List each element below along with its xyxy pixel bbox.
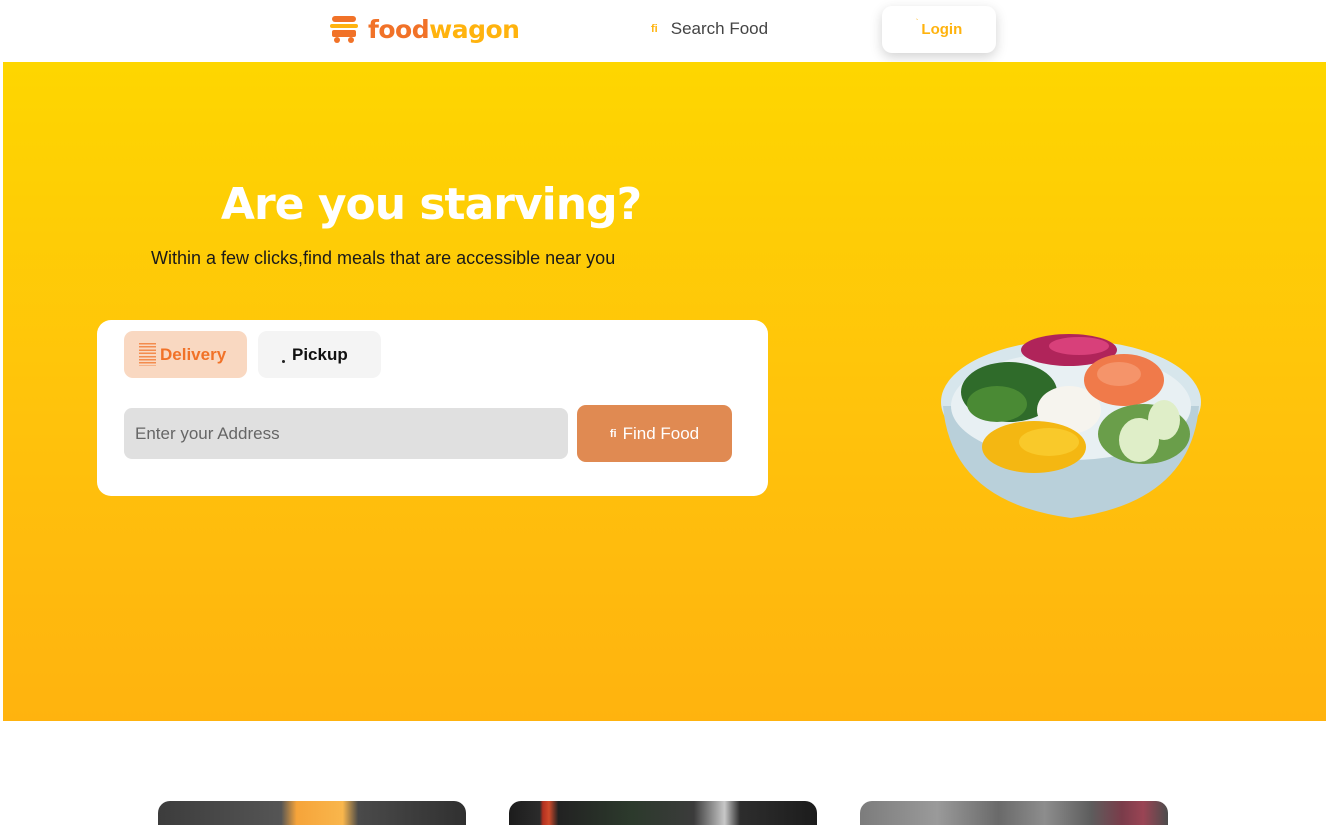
login-button[interactable]: ` Login — [882, 6, 996, 53]
tab-delivery[interactable]: Delivery — [124, 331, 247, 378]
delivery-lines-icon — [139, 343, 156, 366]
brand-name-food: food — [368, 14, 430, 44]
food-card-image[interactable] — [860, 801, 1168, 825]
search-icon: fi — [651, 23, 658, 35]
find-food-label: Find Food — [622, 423, 700, 443]
food-card-image[interactable] — [158, 801, 466, 825]
brand-name-wagon: wagon — [429, 14, 520, 44]
login-label: Login — [921, 21, 963, 38]
search-card: Delivery Pickup fi Find Food — [97, 320, 768, 496]
pickup-dot-icon — [282, 360, 285, 363]
tab-delivery-label: Delivery — [160, 344, 227, 364]
food-truck-icon — [330, 16, 358, 43]
brand-name: foodwagon — [368, 14, 520, 44]
hero-title: Are you starving? — [220, 179, 642, 230]
tab-pickup-label: Pickup — [292, 344, 348, 364]
food-card-image[interactable] — [509, 801, 817, 825]
tab-pickup[interactable]: Pickup — [258, 331, 381, 378]
hero-subtitle: Within a few clicks,find meals that are … — [151, 248, 616, 268]
find-food-button[interactable]: fi Find Food — [577, 405, 732, 462]
hero-section: Are you starving? Within a few clicks,fi… — [3, 62, 1326, 721]
brand-logo-link[interactable]: foodwagon — [329, 14, 520, 44]
poke-bowl-image — [941, 334, 1201, 518]
user-icon: ` — [915, 18, 919, 27]
navbar: foodwagon fi Search Food ` Login — [0, 0, 1326, 62]
address-input[interactable] — [124, 408, 568, 459]
search-food-label: Search Food — [670, 19, 769, 38]
search-icon: fi — [609, 427, 617, 440]
search-food-link[interactable]: fi Search Food — [651, 19, 768, 39]
